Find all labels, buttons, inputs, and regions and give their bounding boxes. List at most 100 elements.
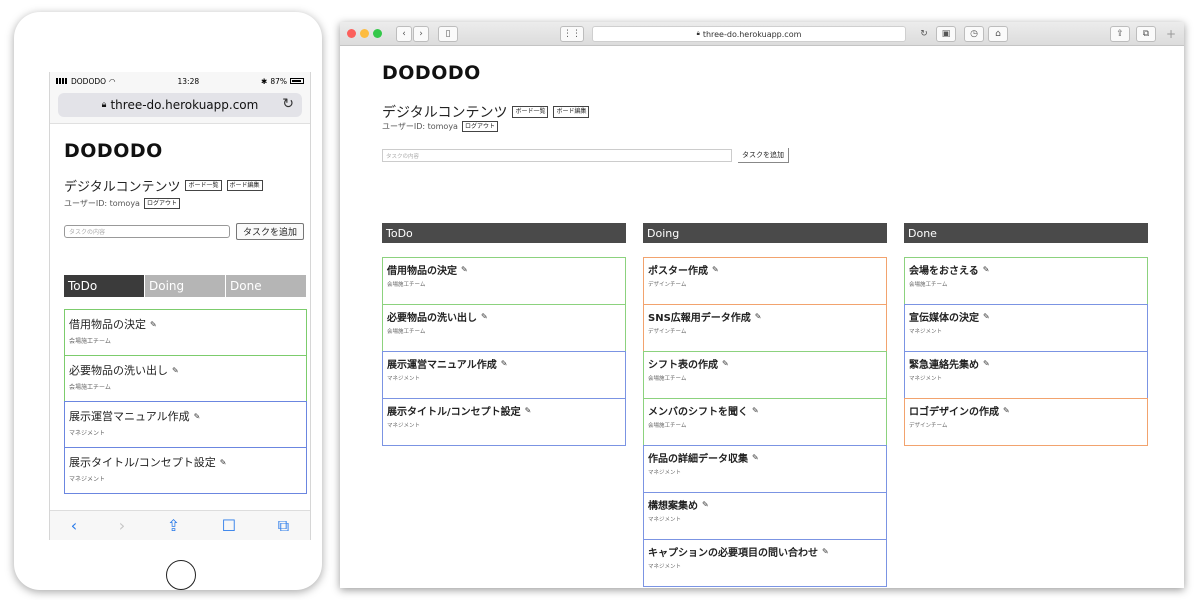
- lock-icon: 🔒︎: [101, 100, 107, 110]
- tab-doing[interactable]: Doing: [145, 275, 225, 298]
- tabs-icon[interactable]: ⧉: [278, 516, 289, 536]
- add-task-button[interactable]: タスクを追加: [236, 223, 305, 241]
- task-input[interactable]: タスクの内容: [382, 149, 732, 162]
- task-card[interactable]: ロゴデザインの作成 ✎ デザインチーム: [904, 398, 1148, 446]
- desktop-address-field[interactable]: 🔒︎ three-do.herokuapp.com: [592, 26, 906, 42]
- task-team: マネジメント: [909, 329, 943, 335]
- task-card[interactable]: 緊急連絡先集め ✎ マネジメント: [904, 351, 1148, 399]
- reload-icon[interactable]: ↻: [282, 96, 294, 112]
- pencil-icon[interactable]: ✎: [752, 406, 759, 415]
- zoom-window-icon[interactable]: [373, 29, 382, 38]
- board-edit-button[interactable]: ボード編集: [226, 179, 263, 192]
- task-card[interactable]: 展示タイトル/コンセプト設定 ✎ マネジメント: [382, 398, 626, 446]
- task-card[interactable]: 借用物品の決定 ✎ 会場施工チーム: [64, 309, 307, 357]
- pencil-icon[interactable]: ✎: [194, 412, 201, 421]
- pencil-icon[interactable]: ✎: [983, 265, 990, 274]
- task-team: 会場施工チーム: [387, 329, 426, 335]
- pencil-icon[interactable]: ✎: [752, 453, 759, 462]
- pencil-icon[interactable]: ✎: [172, 366, 179, 375]
- signal-icon: [56, 78, 68, 84]
- task-input[interactable]: タスクの内容: [64, 225, 230, 239]
- site-logo[interactable]: DODODO: [64, 140, 310, 162]
- desktop-browser: ‹ › ▯ ⋮⋮ 🔒︎ three-do.herokuapp.com ↻ ▣ ◷…: [340, 22, 1184, 588]
- user-id-label: ユーザーID: tomoya: [382, 122, 458, 132]
- task-team: 会場施工チーム: [69, 338, 111, 346]
- pencil-icon[interactable]: ✎: [712, 265, 719, 274]
- top-sites-icon[interactable]: ⋮⋮: [560, 26, 584, 42]
- tab-done[interactable]: Done: [226, 275, 306, 298]
- task-team: マネジメント: [69, 476, 106, 484]
- mobile-address-field[interactable]: 🔒︎ three-do.herokuapp.com ↻: [58, 93, 302, 117]
- pencil-icon[interactable]: ✎: [1003, 406, 1010, 415]
- task-team: デザインチーム: [648, 282, 687, 288]
- board-list-button[interactable]: ボード一覧: [512, 106, 549, 118]
- pencil-icon[interactable]: ✎: [822, 547, 829, 556]
- back-icon[interactable]: ‹: [396, 26, 412, 42]
- minimize-window-icon[interactable]: [360, 29, 369, 38]
- task-card[interactable]: 必要物品の洗い出し ✎ 会場施工チーム: [382, 304, 626, 352]
- task-title: メンバのシフトを聞く: [648, 407, 748, 418]
- task-card[interactable]: 展示運営マニュアル作成 ✎ マネジメント: [382, 351, 626, 399]
- task-title: キャプションの必要項目の問い合わせ: [648, 548, 818, 559]
- extension-icon[interactable]: ▣: [936, 26, 956, 42]
- wifi-icon: ◠: [109, 76, 116, 86]
- task-card[interactable]: 借用物品の決定 ✎ 会場施工チーム: [382, 257, 626, 305]
- task-card[interactable]: 構想案集め ✎ マネジメント: [643, 492, 887, 540]
- task-team: マネジメント: [909, 376, 943, 382]
- task-team: 会場施工チーム: [648, 376, 687, 382]
- home-button[interactable]: [166, 560, 196, 590]
- task-card[interactable]: 作品の詳細データ収集 ✎ マネジメント: [643, 445, 887, 493]
- board-edit-button[interactable]: ボード編集: [553, 106, 590, 118]
- board-list-button[interactable]: ボード一覧: [185, 179, 222, 192]
- pencil-icon[interactable]: ✎: [525, 406, 532, 415]
- logout-button[interactable]: ログアウト: [461, 121, 498, 133]
- share-icon[interactable]: ⇪: [167, 516, 180, 535]
- sidebar-icon[interactable]: ▯: [438, 26, 458, 42]
- tabs-icon[interactable]: ⧉: [1136, 26, 1156, 42]
- column-todo: ToDo 借用物品の決定 ✎ 会場施工チーム 必要物品の洗い出し ✎ 会場施工チーム 展…: [382, 223, 626, 446]
- column-header: Doing: [643, 223, 887, 243]
- task-card[interactable]: 展示運営マニュアル作成 ✎ マネジメント: [64, 401, 307, 449]
- pencil-icon[interactable]: ✎: [983, 312, 990, 321]
- pencil-icon[interactable]: ✎: [461, 265, 468, 274]
- pencil-icon[interactable]: ✎: [501, 359, 508, 368]
- history-icon[interactable]: ◷: [964, 26, 984, 42]
- pencil-icon[interactable]: ✎: [220, 458, 227, 467]
- share-icon[interactable]: ⇪: [1110, 26, 1130, 42]
- logout-button[interactable]: ログアウト: [143, 198, 180, 210]
- new-tab-icon[interactable]: +: [1162, 26, 1180, 42]
- forward-icon[interactable]: ›: [119, 516, 125, 535]
- home-icon[interactable]: ⌂: [988, 26, 1008, 42]
- task-title: 構想案集め: [648, 501, 698, 512]
- pencil-icon[interactable]: ✎: [150, 320, 157, 329]
- desktop-page: DODODO デジタルコンテンツ ボード一覧 ボード編集 ユーザーID: tom…: [340, 46, 1184, 588]
- board-title: デジタルコンテンツ: [382, 105, 508, 121]
- task-card[interactable]: メンバのシフトを聞く ✎ 会場施工チーム: [643, 398, 887, 446]
- add-task-button[interactable]: タスクを追加: [738, 148, 789, 163]
- forward-icon[interactable]: ›: [413, 26, 429, 42]
- task-team: 会場施工チーム: [387, 282, 426, 288]
- pencil-icon[interactable]: ✎: [481, 312, 488, 321]
- task-card[interactable]: 宣伝媒体の決定 ✎ マネジメント: [904, 304, 1148, 352]
- task-card[interactable]: 展示タイトル/コンセプト設定 ✎ マネジメント: [64, 447, 307, 495]
- reload-icon[interactable]: ↻: [916, 26, 932, 42]
- back-icon[interactable]: ‹: [71, 516, 77, 535]
- bookmarks-icon[interactable]: ☐: [222, 516, 236, 535]
- board-title: デジタルコンテンツ: [64, 180, 181, 195]
- task-card[interactable]: SNS広報用データ作成 ✎ デザインチーム: [643, 304, 887, 352]
- task-card[interactable]: ポスター作成 ✎ デザインチーム: [643, 257, 887, 305]
- site-logo[interactable]: DODODO: [382, 62, 481, 84]
- pencil-icon[interactable]: ✎: [755, 312, 762, 321]
- mobile-page: DODODO デジタルコンテンツ ボード一覧 ボード編集 ユーザーID: tom…: [50, 140, 310, 495]
- task-card[interactable]: 会場をおさえる ✎ 会場施工チーム: [904, 257, 1148, 305]
- close-window-icon[interactable]: [347, 29, 356, 38]
- task-title: 作品の詳細データ収集: [648, 454, 748, 465]
- pencil-icon[interactable]: ✎: [702, 500, 709, 509]
- tab-todo[interactable]: ToDo: [64, 275, 144, 298]
- task-card[interactable]: 必要物品の洗い出し ✎ 会場施工チーム: [64, 355, 307, 403]
- pencil-icon[interactable]: ✎: [722, 359, 729, 368]
- task-card[interactable]: キャプションの必要項目の問い合わせ ✎ マネジメント: [643, 539, 887, 587]
- task-team: 会場施工チーム: [909, 282, 948, 288]
- pencil-icon[interactable]: ✎: [983, 359, 990, 368]
- task-card[interactable]: シフト表の作成 ✎ 会場施工チーム: [643, 351, 887, 399]
